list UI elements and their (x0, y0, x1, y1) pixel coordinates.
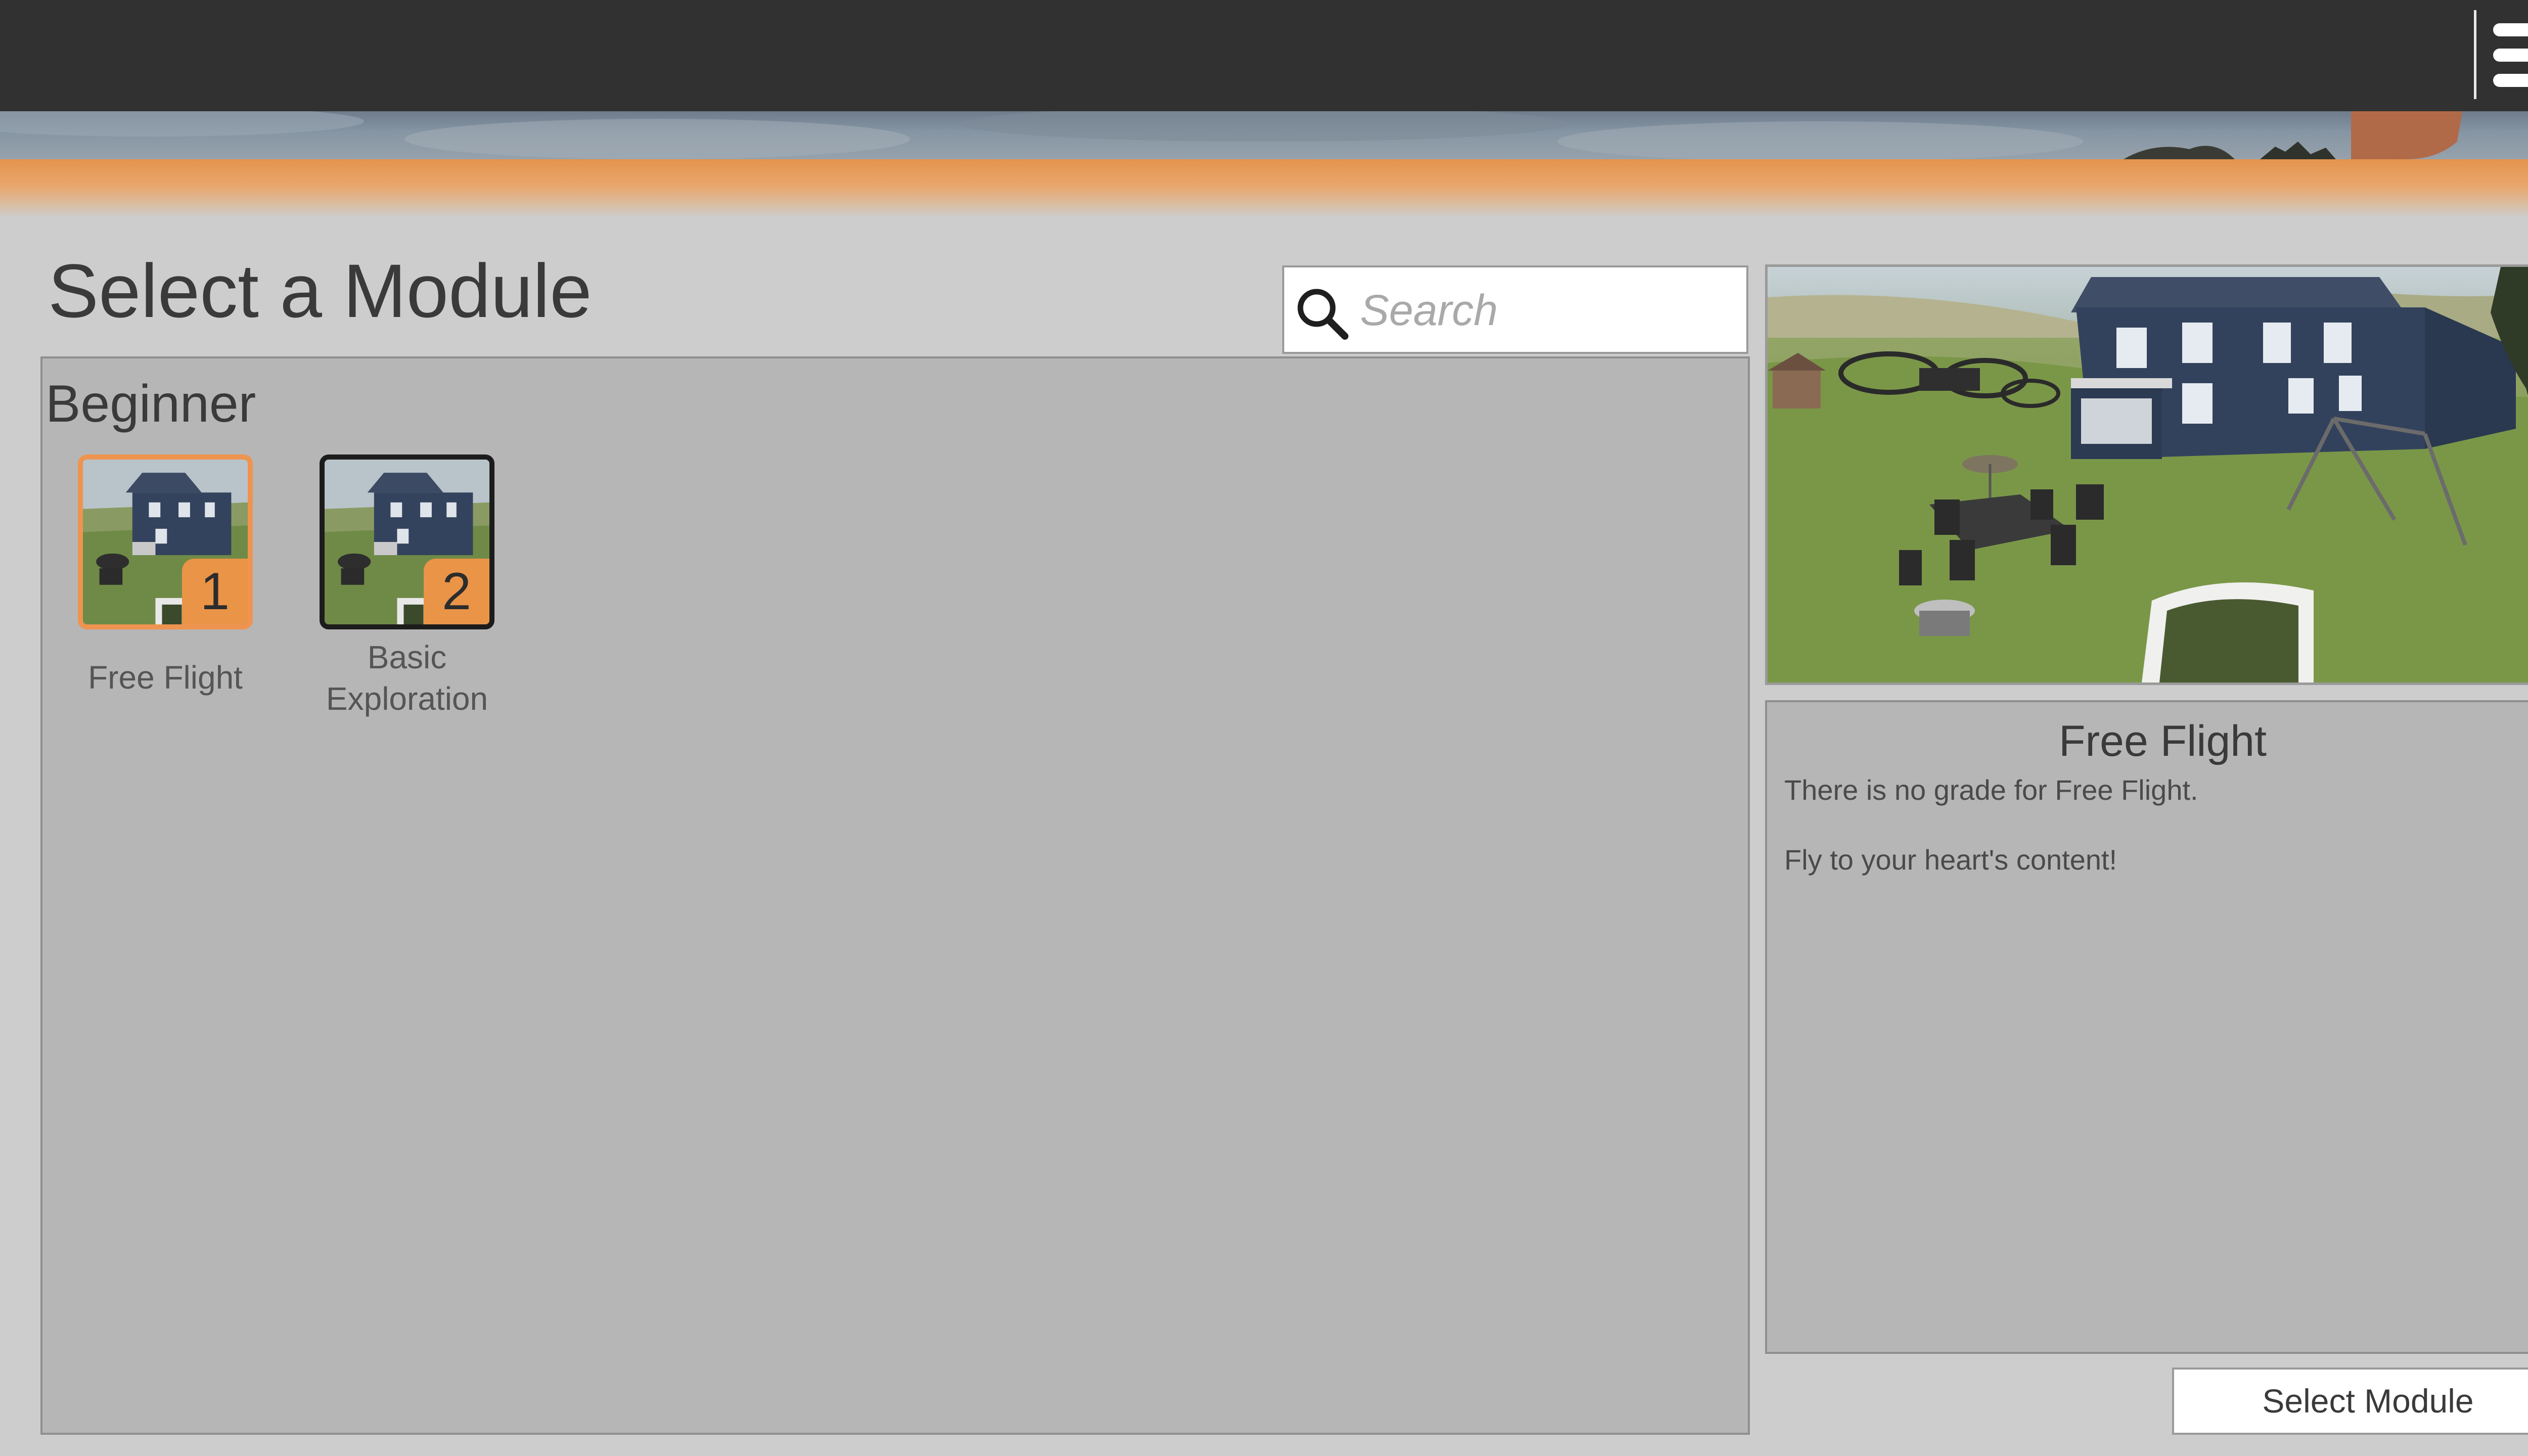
module-number-badge: 2 (424, 559, 489, 624)
detail-description: Fly to your heart's content! (1784, 844, 2117, 876)
search-input[interactable] (1360, 278, 1734, 343)
accent-band (0, 159, 2528, 217)
detail-title: Free Flight (2058, 717, 2267, 765)
detail-description: There is no grade for Free Flight. (1784, 774, 2198, 806)
module-number-badge: 1 (182, 559, 248, 624)
top-bar (0, 0, 2528, 111)
search-box[interactable] (1282, 265, 1748, 354)
module-list-panel: Beginner 1 Free Flight 2 Basic Explorati… (40, 356, 1750, 1435)
page-title: Select a Module (48, 248, 592, 333)
module-tile-free-flight[interactable]: 1 (78, 454, 253, 629)
module-label-line: Exploration (326, 680, 488, 717)
module-label-free-flight: Free Flight (88, 659, 243, 696)
module-preview-image (1765, 264, 2528, 685)
category-label-beginner: Beginner (46, 375, 256, 433)
search-icon (1297, 289, 1348, 340)
hamburger-menu-icon[interactable] (2490, 20, 2528, 91)
module-tile-basic-exploration[interactable]: 2 (320, 454, 494, 629)
menu-divider (2474, 10, 2476, 99)
module-detail-panel: Free Flight There is no grade for Free F… (1765, 700, 2528, 1354)
module-thumbnail: 1 (78, 454, 253, 629)
module-select-screen: Select a Module Beginner (0, 0, 2528, 1456)
select-module-button[interactable]: Select Module (2172, 1368, 2528, 1435)
module-thumbnail: 2 (320, 454, 494, 629)
module-label-line: Basic (367, 639, 447, 675)
module-label-basic-exploration: Basic Exploration (301, 636, 513, 719)
banner-image (0, 111, 2528, 159)
